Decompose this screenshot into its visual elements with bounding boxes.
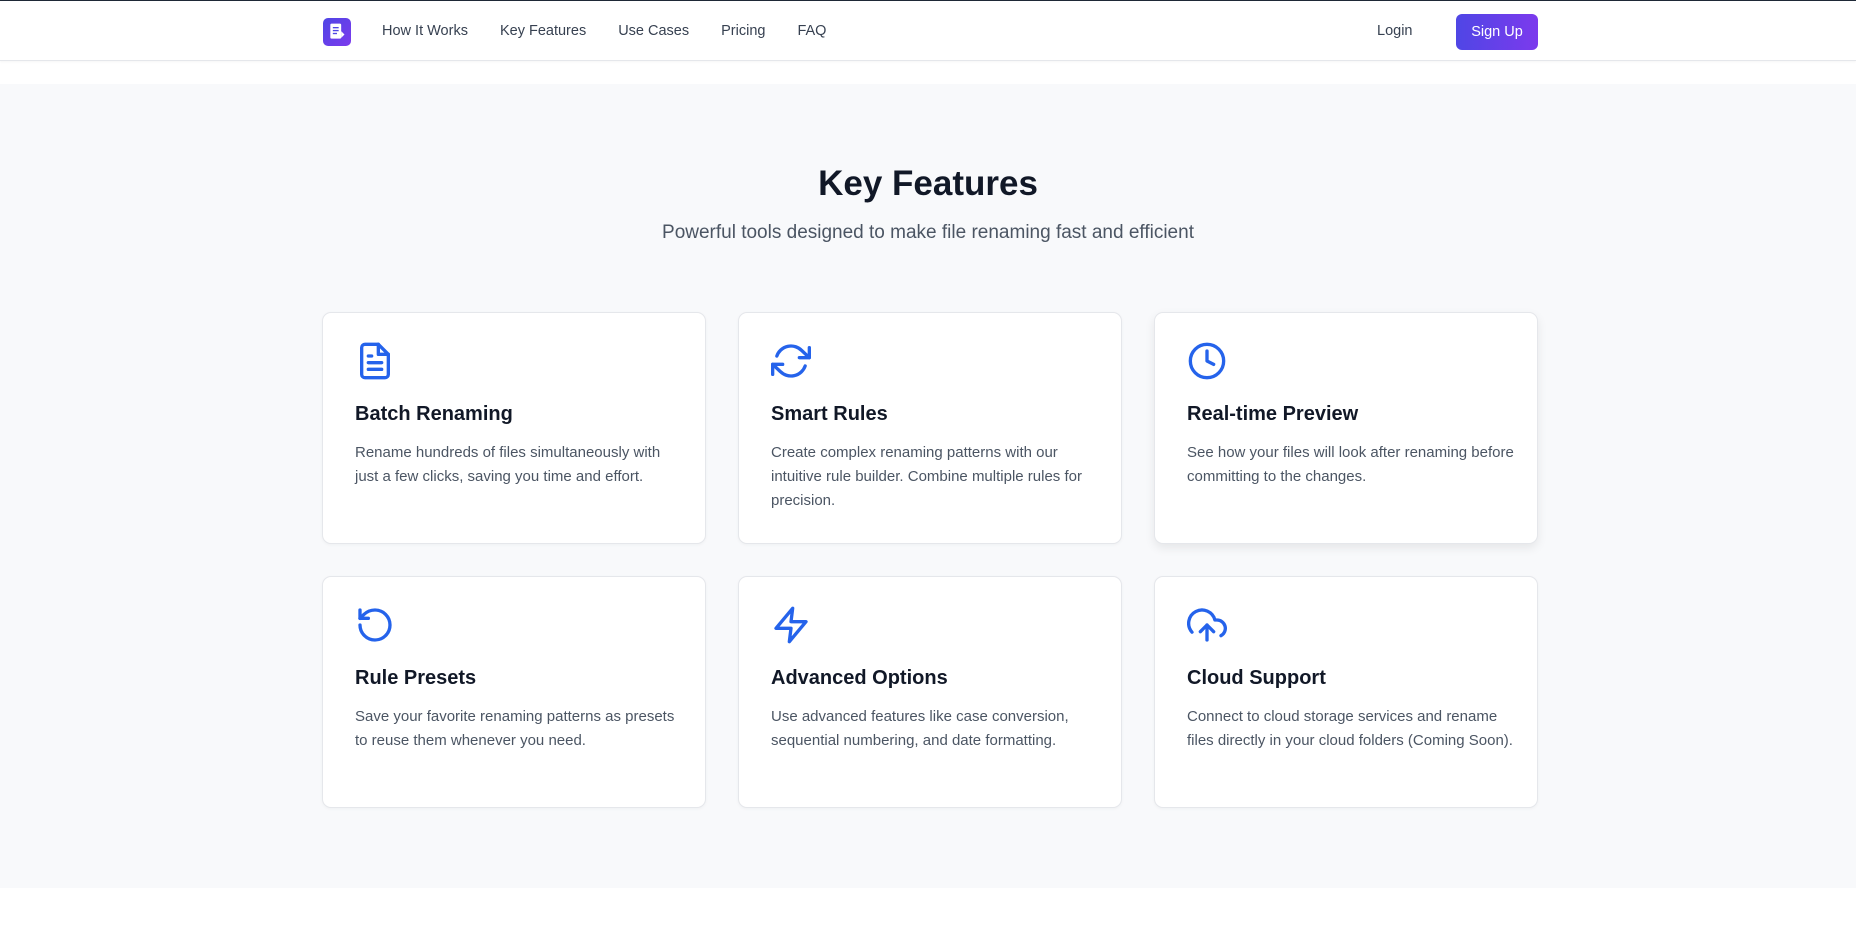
navbar: How It Works Key Features Use Cases Pric…: [0, 1, 1856, 61]
section-title: Key Features: [818, 164, 1038, 203]
feature-card-batch-renaming: Batch Renaming Rename hundreds of files …: [322, 312, 706, 544]
login-link[interactable]: Login: [1377, 23, 1412, 39]
card-title: Batch Renaming: [355, 403, 513, 425]
lightning-icon: [771, 605, 811, 645]
section-subtitle: Powerful tools designed to make file ren…: [662, 222, 1194, 243]
card-description: Connect to cloud storage services and re…: [1187, 708, 1513, 749]
feature-card-advanced-options: Advanced Options Use advanced features l…: [738, 576, 1122, 808]
card-title: Smart Rules: [771, 403, 888, 425]
card-title: Rule Presets: [355, 667, 477, 689]
nav-link-use-cases[interactable]: Use Cases: [618, 23, 689, 39]
clock-icon: [1187, 341, 1227, 381]
key-features-section: Key Features Powerful tools designed to …: [0, 84, 1856, 888]
logo-icon[interactable]: [323, 18, 351, 46]
card-title: Cloud Support: [1187, 667, 1326, 689]
undo-icon: [355, 605, 395, 645]
card-description: See how your files will look after renam…: [1187, 444, 1514, 485]
nav-link-faq[interactable]: FAQ: [797, 23, 826, 39]
cloud-upload-icon: [1187, 605, 1227, 645]
feature-card-rule-presets: Rule Presets Save your favorite renaming…: [322, 576, 706, 808]
card-description: Save your favorite renaming patterns as …: [355, 708, 675, 749]
card-description: Create complex renaming patterns with ou…: [771, 444, 1082, 509]
feature-card-cloud-support: Cloud Support Connect to cloud storage s…: [1154, 576, 1538, 808]
card-description: Use advanced features like case conversi…: [771, 708, 1069, 749]
document-icon: [355, 341, 395, 381]
nav-link-pricing[interactable]: Pricing: [721, 23, 765, 39]
nav-link-key-features[interactable]: Key Features: [500, 23, 586, 39]
feature-card-smart-rules: Smart Rules Create complex renaming patt…: [738, 312, 1122, 544]
feature-card-real-time-preview: Real-time Preview See how your files wil…: [1154, 312, 1538, 544]
card-title: Advanced Options: [771, 667, 948, 689]
refresh-icon: [771, 341, 811, 381]
card-description: Rename hundreds of files simultaneously …: [355, 444, 661, 485]
signup-button[interactable]: Sign Up: [1456, 14, 1538, 50]
card-title: Real-time Preview: [1187, 403, 1359, 425]
nav-link-how-it-works[interactable]: How It Works: [382, 23, 468, 39]
nav-links: How It Works Key Features Use Cases Pric…: [382, 1, 826, 61]
